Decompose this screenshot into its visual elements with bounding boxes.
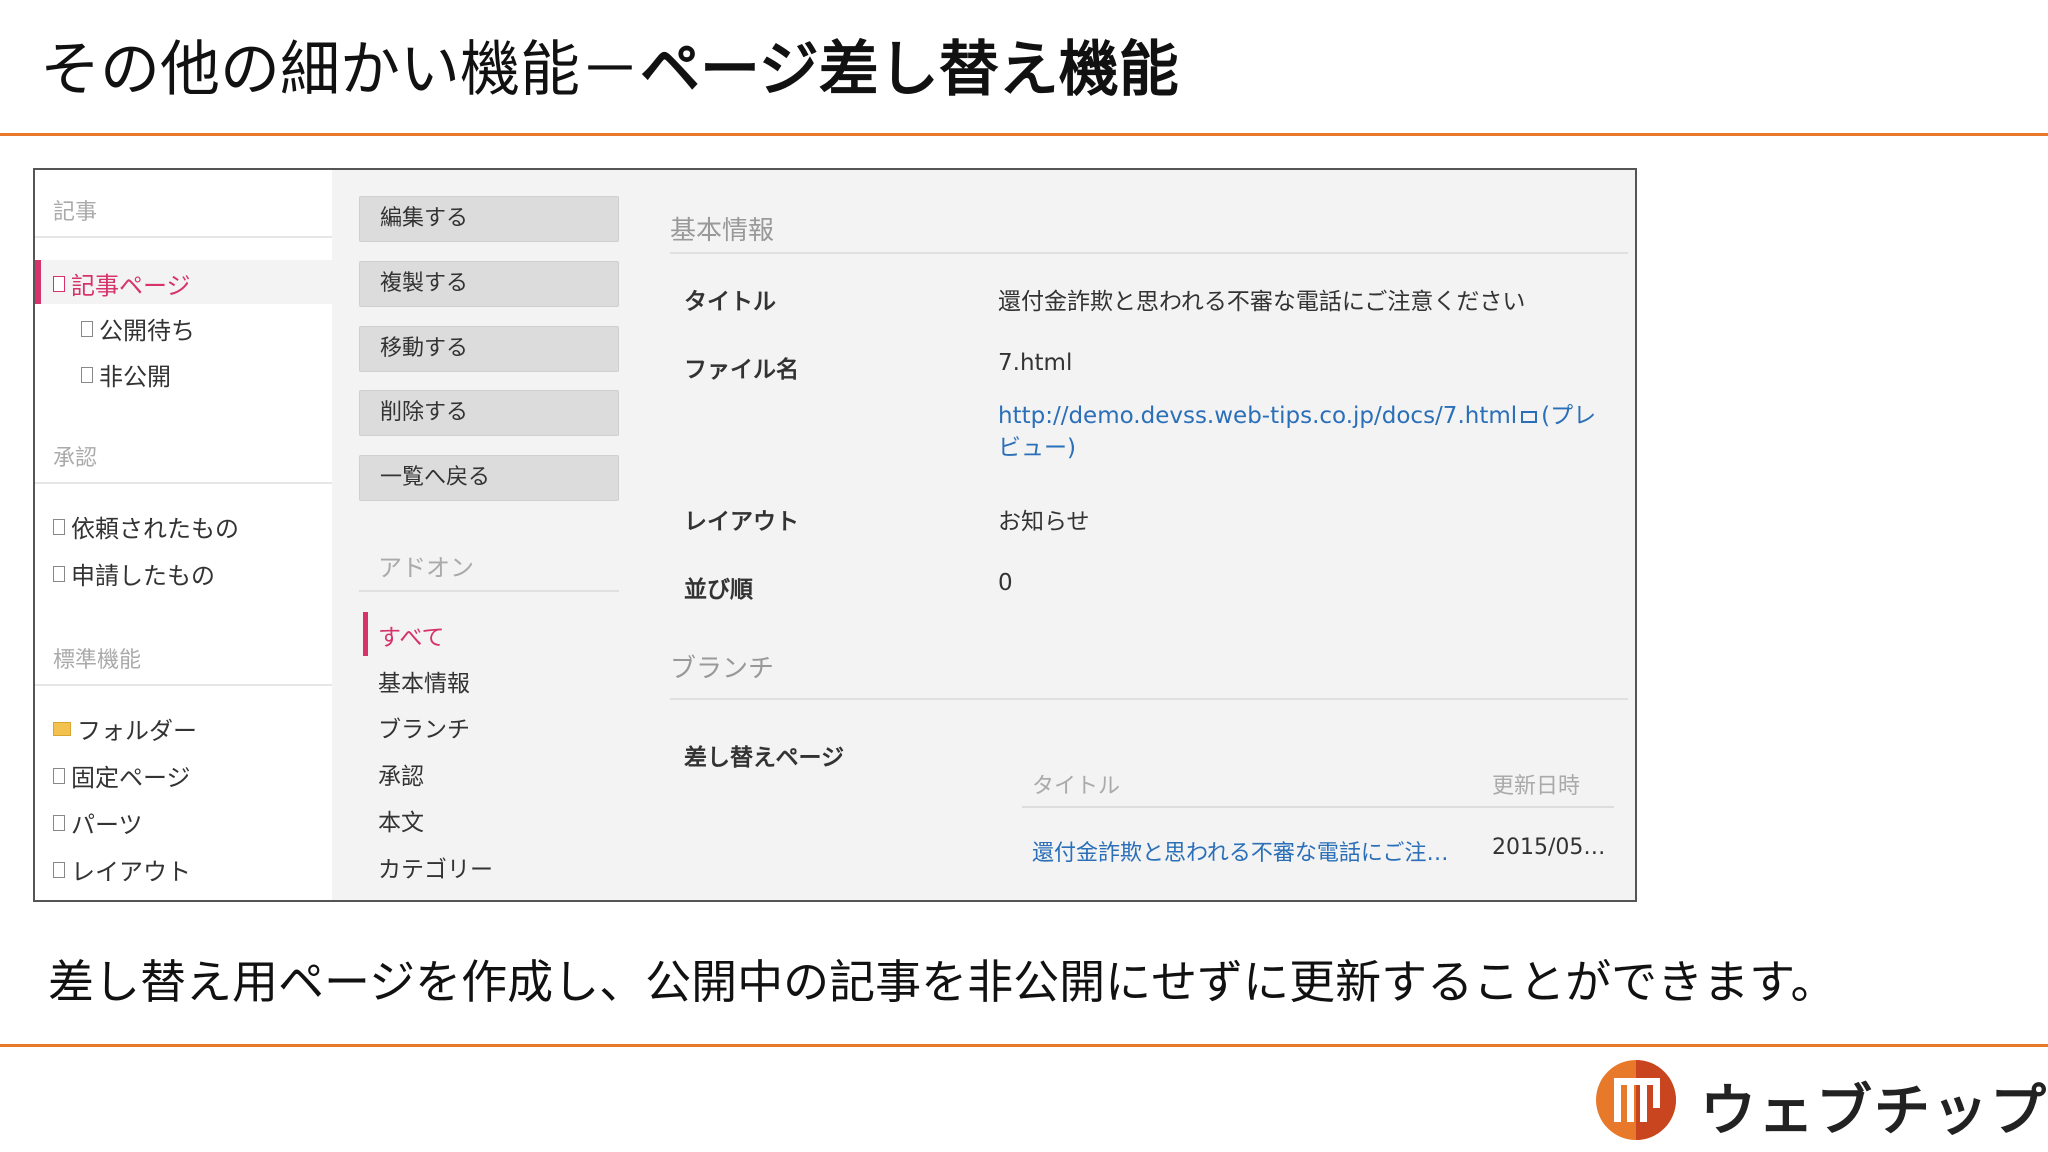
- replace-page-date: 2015/05…: [1492, 835, 1606, 860]
- sidebar-item-fixed-pages[interactable]: 固定ページ: [53, 758, 191, 793]
- external-link-icon: [1521, 410, 1538, 423]
- sidebar: 記事 記事ページ 公開待ち 非公開 承認 依頼されたもの 申請したもの 標準機能: [35, 170, 332, 900]
- back-to-list-button[interactable]: 一覧へ戻る: [359, 455, 619, 501]
- order-label: 並び順: [684, 577, 753, 603]
- sidebar-item-folders[interactable]: フォルダー: [53, 711, 197, 746]
- filename-label: ファイル名: [684, 357, 799, 383]
- addon-tab-body[interactable]: 本文: [378, 803, 424, 837]
- active-indicator: [35, 260, 41, 304]
- edit-button[interactable]: 編集する: [359, 196, 619, 242]
- filename-value: 7.html: [998, 350, 1073, 376]
- sidebar-item-article-pages[interactable]: 記事ページ: [53, 266, 191, 301]
- page-url[interactable]: http://demo.devss.web-tips.co.jp/docs/7.…: [998, 403, 1517, 429]
- layout-label: レイアウト: [684, 509, 799, 535]
- divider: [670, 698, 1628, 700]
- addon-tab-branch[interactable]: ブランチ: [378, 710, 470, 744]
- order-value: 0: [998, 570, 1013, 596]
- document-icon: [81, 320, 93, 337]
- sidebar-heading-approval: 承認: [53, 446, 98, 471]
- sidebar-item-private[interactable]: 非公開: [81, 357, 171, 392]
- addon-tab-basic-info[interactable]: 基本情報: [378, 664, 470, 698]
- move-button[interactable]: 移動する: [359, 326, 619, 372]
- company-logo: ウェブチップス: [1594, 1058, 2048, 1144]
- action-panel: 編集する 複製する 移動する 削除する 一覧へ戻る アドオン すべて 基本情報 …: [332, 170, 662, 900]
- table-divider: [1022, 806, 1614, 808]
- document-icon: [53, 518, 65, 535]
- delete-button[interactable]: 削除する: [359, 390, 619, 436]
- branch-heading: ブランチ: [670, 654, 775, 684]
- document-icon: [53, 814, 65, 831]
- replace-page-label: 差し替えページ: [684, 745, 845, 771]
- sidebar-item-layouts[interactable]: レイアウト: [53, 852, 191, 887]
- sidebar-item-applied[interactable]: 申請したもの: [53, 556, 215, 591]
- active-indicator: [363, 612, 368, 656]
- slide-title-bold: ページ差し替え機能: [640, 35, 1179, 105]
- document-icon: [53, 565, 65, 582]
- layout-value: お知らせ: [998, 509, 1090, 535]
- addon-tab-approval[interactable]: 承認: [378, 757, 424, 791]
- column-header-title: タイトル: [1032, 774, 1121, 799]
- logo-text: ウェブチップス: [1700, 1079, 2048, 1144]
- divider: [35, 236, 332, 238]
- divider: [35, 482, 332, 484]
- logo-mark-icon: [1596, 1060, 1676, 1140]
- addon-tab-category[interactable]: カテゴリー: [378, 850, 493, 884]
- page-url-link[interactable]: http://demo.devss.web-tips.co.jp/docs/7.…: [998, 400, 1598, 464]
- divider: [359, 590, 619, 592]
- document-icon: [53, 275, 65, 292]
- slide-title: その他の細かい機能－ページ差し替え機能: [40, 30, 1179, 110]
- duplicate-button[interactable]: 複製する: [359, 261, 619, 307]
- folder-icon: [53, 721, 71, 736]
- replace-page-link[interactable]: 還付金詐欺と思われる不審な電話にご注…: [1032, 835, 1452, 867]
- sidebar-item-requested[interactable]: 依頼されたもの: [53, 509, 239, 544]
- divider: [35, 684, 332, 686]
- addon-heading: アドオン: [378, 554, 474, 582]
- title-value: 還付金詐欺と思われる不審な電話にご注意ください: [998, 289, 1526, 315]
- sidebar-heading-standard: 標準機能: [53, 648, 142, 673]
- title-divider: [0, 133, 2048, 136]
- preview-link-start[interactable]: (プレ: [1541, 403, 1596, 429]
- addon-tab-all[interactable]: すべて: [378, 618, 444, 652]
- slide-title-regular: その他の細かい機能－: [40, 35, 640, 105]
- sidebar-item-parts[interactable]: パーツ: [53, 805, 143, 840]
- document-icon: [81, 366, 93, 383]
- sidebar-heading-articles: 記事: [53, 200, 98, 225]
- document-icon: [53, 861, 65, 878]
- sidebar-item-pending[interactable]: 公開待ち: [81, 311, 195, 346]
- detail-panel: 基本情報 タイトル 還付金詐欺と思われる不審な電話にご注意ください ファイル名 …: [662, 170, 1635, 900]
- footer-divider: [0, 1044, 2048, 1047]
- basic-info-heading: 基本情報: [670, 216, 775, 246]
- column-header-updated: 更新日時: [1492, 774, 1581, 799]
- slide-caption: 差し替え用ページを作成し、公開中の記事を非公開にせずに更新することができます。: [48, 955, 1837, 1009]
- cms-screenshot: 記事 記事ページ 公開待ち 非公開 承認 依頼されたもの 申請したもの 標準機能: [33, 168, 1637, 902]
- divider: [670, 252, 1628, 254]
- document-icon: [53, 767, 65, 784]
- title-label: タイトル: [684, 289, 776, 315]
- preview-link-end[interactable]: ビュー): [998, 435, 1076, 461]
